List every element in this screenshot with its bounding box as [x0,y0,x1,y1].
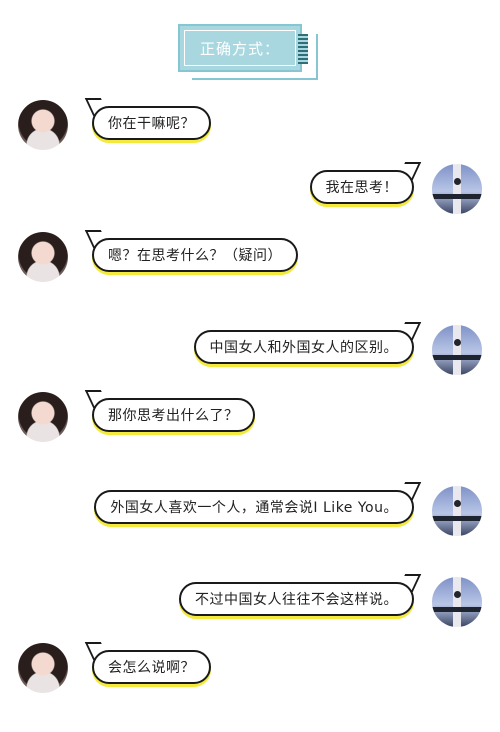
chat-bubble-right: 不过中国女人往往不会这样说。 [179,582,414,616]
message-text: 嗯？在思考什么？（疑问） [108,248,282,264]
message-text: 会怎么说啊？ [108,660,195,676]
title-stripes [298,34,308,64]
chat-bubble-right: 外国女人喜欢一个人，通常会说I Like You。 [94,490,414,524]
title-badge: 正确方式： [178,24,318,80]
male-avatar[interactable] [432,164,482,214]
chat-bubble-left: 会怎么说啊？ [92,650,211,684]
chat-bubble-right: 我在思考！ [309,170,414,204]
female-avatar[interactable] [18,100,68,150]
female-avatar[interactable] [18,232,68,282]
message-text: 那你思考出什么了？ [108,408,239,424]
female-avatar[interactable] [18,643,68,693]
title-box: 正确方式： [178,24,302,72]
message-text: 不过中国女人往往不会这样说。 [195,592,398,608]
female-avatar[interactable] [18,392,68,442]
message-text: 外国女人喜欢一个人，通常会说I Like You。 [110,500,398,516]
message-text: 你在干嘛呢？ [108,116,195,132]
male-avatar[interactable] [432,577,482,627]
chat-bubble-left: 那你思考出什么了？ [92,398,255,432]
male-avatar[interactable] [432,325,482,375]
message-text: 我在思考！ [325,180,398,196]
chat-bubble-left: 你在干嘛呢？ [92,106,211,140]
male-avatar[interactable] [432,486,482,536]
page-title: 正确方式： [199,39,280,58]
chat-bubble-right: 中国女人和外国女人的区别。 [193,330,414,364]
message-text: 中国女人和外国女人的区别。 [209,340,398,356]
chat-bubble-left: 嗯？在思考什么？（疑问） [92,238,298,272]
